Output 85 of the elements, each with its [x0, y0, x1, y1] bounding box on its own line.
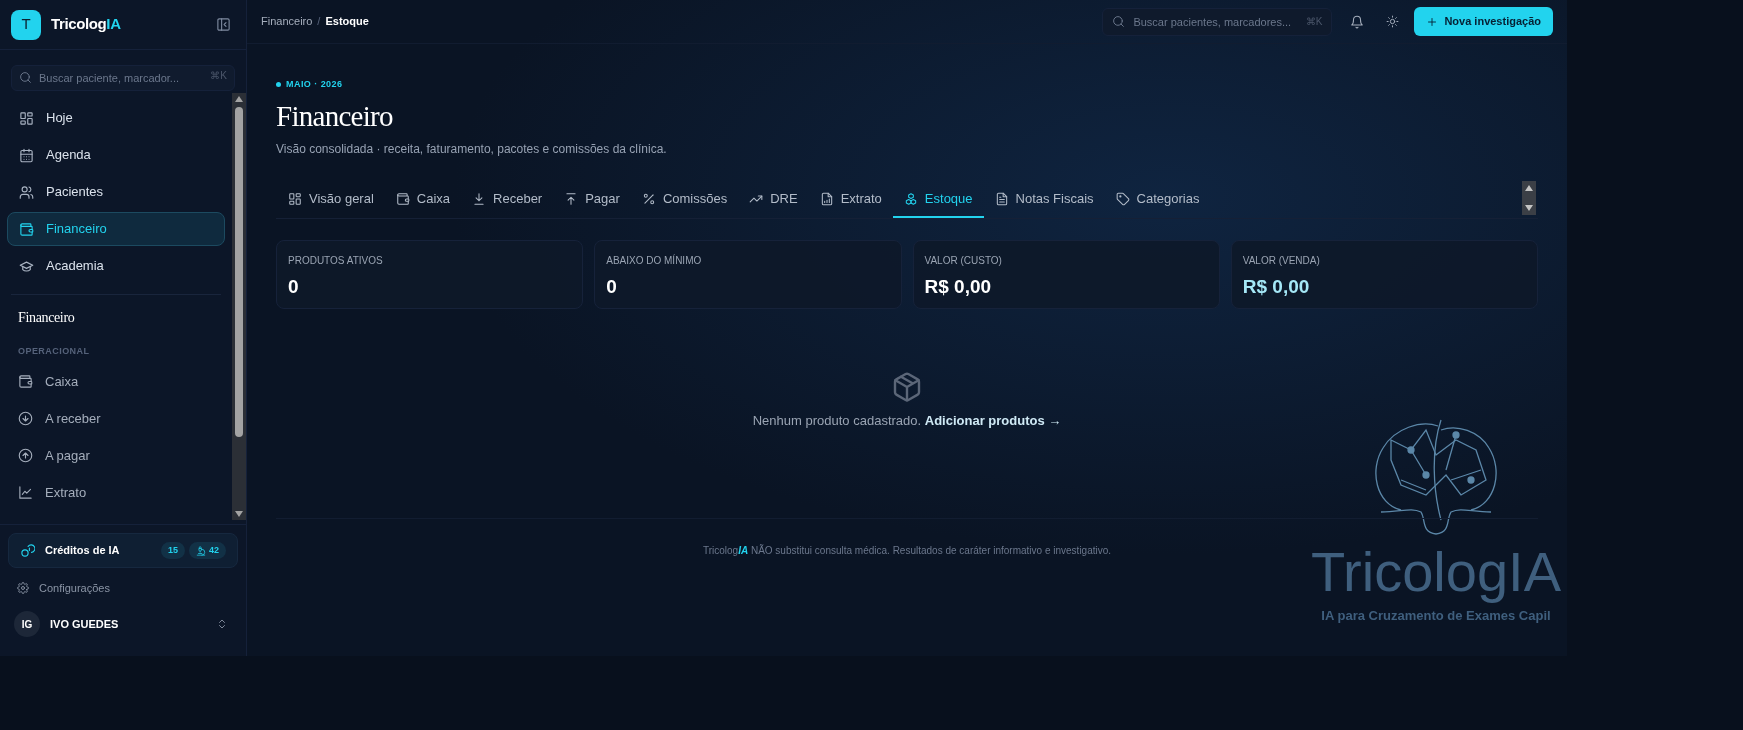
tab[interactable]: Receber — [461, 181, 554, 218]
upload-icon — [564, 191, 579, 206]
tab[interactable]: Extrato — [808, 181, 893, 218]
tab[interactable]: Estoque — [892, 181, 984, 218]
tab[interactable]: Visão geral — [276, 181, 385, 218]
document-icon — [994, 191, 1009, 206]
download-icon — [472, 191, 487, 206]
tab[interactable]: Categorias — [1104, 181, 1211, 218]
tab[interactable]: Notas Fiscais — [983, 181, 1105, 218]
ai-credits-card[interactable]: Créditos de IA 15 42 — [8, 533, 238, 568]
stat-label: VALOR (CUSTO) — [924, 253, 1003, 268]
page-subtitle: Visão consolidada · receita, faturamento, pacotes e comissões da clínica. — [276, 140, 668, 158]
scroll-down-arrow-icon[interactable] — [234, 510, 244, 518]
calendar-icon — [19, 147, 34, 163]
new-investigation-button[interactable]: Nova investigação — [1414, 7, 1553, 36]
shortcut-hint: ⌘K — [1305, 16, 1323, 27]
line-chart-icon — [18, 485, 33, 500]
stat-value: 0 — [606, 274, 618, 299]
empty-state-message: Nenhum produto cadastrado. — [752, 412, 922, 428]
grid-icon — [19, 110, 34, 126]
stat-value: 0 — [288, 274, 300, 299]
nav-item[interactable]: Agenda — [7, 138, 225, 172]
wallet-icon — [395, 191, 410, 206]
chevrons-up-down-icon — [216, 618, 228, 630]
settings-icon — [17, 582, 29, 594]
up-arrow-circle-icon — [18, 448, 33, 463]
microscope-icon — [196, 545, 206, 556]
percent-icon — [641, 191, 656, 206]
stat-value: R$ 0,00 — [1242, 274, 1311, 299]
group-label: OPERACIONAL — [17, 345, 91, 358]
search-icon — [1112, 14, 1126, 28]
background-tagline: IA para Cruzamento de Exames Capil — [1321, 607, 1551, 625]
boxes-icon — [903, 191, 918, 206]
user-menu[interactable]: IG IVO GUEDES — [8, 604, 238, 644]
brand-name: TricologIA — [51, 14, 121, 35]
nav-item[interactable]: Hoje — [7, 101, 225, 135]
tab[interactable]: Caixa — [384, 181, 462, 218]
nav-item[interactable]: Pacientes — [7, 175, 225, 209]
sidebar-toggle-icon — [216, 17, 231, 32]
stat-label: PRODUTOS ATIVOS — [288, 253, 384, 268]
add-products-link[interactable]: Adicionar produtos → — [924, 412, 1062, 428]
eyebrow-label: MAIO · 2026 — [286, 78, 343, 91]
graduation-cap-icon — [19, 258, 34, 274]
down-arrow-circle-icon — [18, 411, 33, 426]
page-title: Financeiro — [276, 98, 394, 134]
grid-icon — [288, 191, 302, 206]
tag-icon — [1115, 191, 1130, 206]
credit-count: 42 — [189, 542, 226, 559]
user-name: IVO GUEDES — [50, 616, 119, 632]
nav-item[interactable]: Academia — [7, 249, 225, 283]
tab[interactable]: Pagar — [553, 181, 631, 218]
sun-icon — [1385, 15, 1399, 28]
nav-item[interactable]: Caixa — [7, 364, 225, 399]
people-icon — [19, 184, 34, 200]
scroll-up-arrow-icon[interactable] — [234, 95, 244, 103]
scrollbar[interactable] — [232, 93, 246, 520]
stat-label: VALOR (VENDA) — [1242, 253, 1321, 268]
document-chart-icon — [819, 191, 834, 206]
wallet-icon — [19, 221, 34, 237]
nav-item[interactable]: Extrato — [7, 475, 225, 510]
credits-label: Créditos de IA — [45, 543, 120, 559]
stat-label: ABAIXO DO MÍNIMO — [606, 253, 703, 268]
tab-scroll-arrows-icon[interactable] — [1522, 180, 1536, 215]
tab[interactable]: DRE — [738, 181, 809, 218]
nav-item[interactable]: Financeiro — [7, 212, 225, 246]
user-avatar: IG — [14, 611, 40, 637]
disclaimer-text: TricologIA NÃO substitui consulta médica. Resultados de caráter informativo e investigativo. — [701, 543, 1113, 559]
stat-value: R$ 0,00 — [924, 274, 993, 299]
nav-item[interactable]: A receber — [7, 401, 225, 436]
breadcrumb-separator: / — [317, 14, 321, 30]
credit-count: 15 — [160, 542, 185, 559]
breadcrumb-item[interactable]: Financeiro — [261, 13, 313, 30]
logo-tile: T — [11, 9, 41, 40]
package-icon — [891, 370, 923, 403]
settings-link[interactable]: Configurações — [8, 572, 238, 604]
search-icon — [19, 71, 32, 84]
nav-item[interactable]: A pagar — [7, 438, 225, 473]
bell-icon — [1350, 14, 1365, 29]
coins-icon — [20, 543, 35, 558]
plus-icon — [1426, 15, 1439, 28]
breadcrumb-item[interactable]: Estoque — [325, 13, 369, 30]
tab[interactable]: Comissões — [630, 181, 739, 218]
section-title: Financeiro — [17, 309, 76, 327]
collapse-sidebar-button[interactable] — [214, 15, 233, 34]
wallet-icon — [18, 374, 33, 389]
